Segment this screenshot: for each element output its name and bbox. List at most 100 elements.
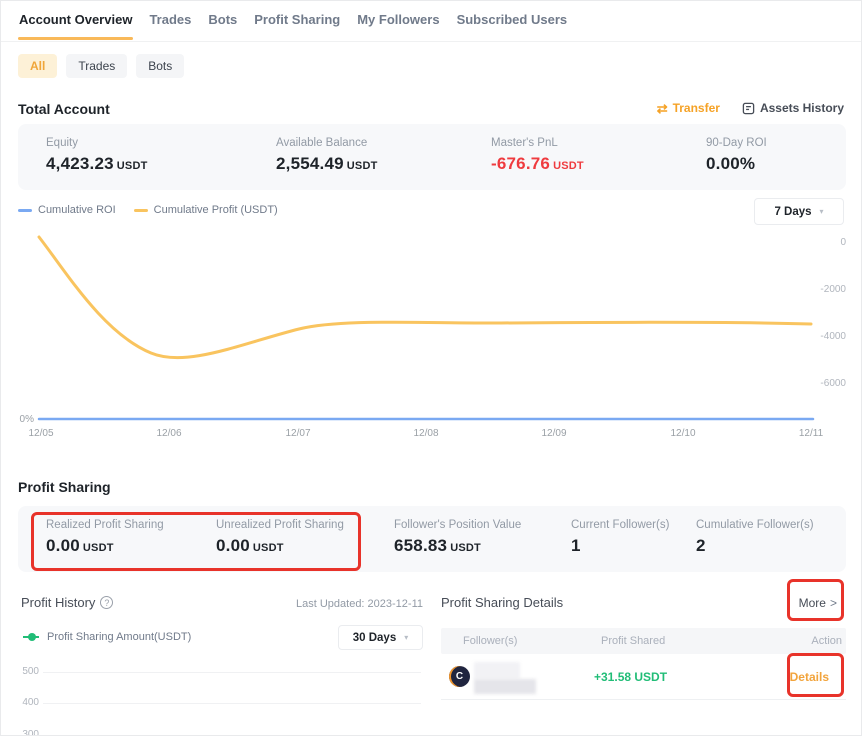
total-account-actions: ⇄ Transfer Assets History <box>657 101 844 115</box>
column-profit-shared: Profit Shared <box>601 635 781 647</box>
top-tab-bar: Account Overview Trades Bots Profit Shar… <box>1 1 861 42</box>
tab-my-followers[interactable]: My Followers <box>356 1 440 42</box>
x-axis-tick: 12/06 <box>156 428 181 439</box>
range-selector-30days[interactable]: 30 Days ▾ <box>338 625 423 650</box>
blur-block <box>474 679 536 694</box>
filter-bots[interactable]: Bots <box>136 54 184 78</box>
stat-unit: USDT <box>253 542 284 554</box>
assets-history-icon <box>742 102 755 115</box>
stat-value: -676.76 <box>491 154 550 173</box>
roi-legend-marker-icon <box>18 209 32 212</box>
stat-value: 0.00 <box>46 536 80 555</box>
follower-name-blurred <box>474 660 594 694</box>
filter-trades[interactable]: Trades <box>66 54 127 78</box>
stat-label: 90-Day ROI <box>706 137 767 149</box>
stat-90day-roi: 90-Day ROI 0.00% <box>706 137 767 174</box>
more-button[interactable]: More > <box>799 596 837 610</box>
follower-avatar: C <box>449 666 470 687</box>
stat-label: Current Follower(s) <box>571 519 669 531</box>
more-label: More <box>799 596 826 610</box>
total-account-chart: 0 -2000 -4000 -6000 0% 12/05 12/06 12/07… <box>1 229 862 441</box>
table-row-divider <box>441 699 846 700</box>
legend-cumulative-roi[interactable]: Cumulative ROI <box>18 204 116 216</box>
legend-cumulative-profit[interactable]: Cumulative Profit (USDT) <box>134 204 278 216</box>
x-axis-tick: 12/05 <box>28 428 53 439</box>
filter-all[interactable]: All <box>18 54 57 78</box>
range-selector-7days[interactable]: 7 Days ▾ <box>754 198 844 225</box>
filter-pills: All Trades Bots <box>18 54 184 78</box>
stat-value: 2 <box>696 536 706 555</box>
chevron-down-icon: ▾ <box>404 633 408 642</box>
main-chart-legend: Cumulative ROI Cumulative Profit (USDT) <box>18 204 278 216</box>
transfer-label: Transfer <box>673 101 720 115</box>
help-icon[interactable]: ? <box>100 596 113 609</box>
profit-history-title: Profit History? <box>21 595 113 610</box>
range-value: 30 Days <box>353 632 396 644</box>
details-button[interactable]: Details <box>754 670 846 684</box>
last-updated-label: Last Updated: 2023-12-11 <box>251 598 423 610</box>
followers-table-header: Follower(s) Profit Shared Action <box>441 628 846 654</box>
profit-shared-value: +31.58 USDT <box>594 670 754 684</box>
tab-trades[interactable]: Trades <box>148 1 192 42</box>
mini-chart-tick-500: 500 <box>19 666 39 677</box>
stat-available-balance: Available Balance 2,554.49USDT <box>276 137 378 174</box>
profit-history-title-text: Profit History <box>21 595 95 610</box>
mini-chart-tick-400: 400 <box>19 697 39 708</box>
stat-unrealized-profit-sharing: Unrealized Profit Sharing 0.00USDT <box>216 519 344 556</box>
stat-value: 2,554.49 <box>276 154 344 173</box>
chevron-right-icon: > <box>830 596 837 610</box>
stat-value: 4,423.23 <box>46 154 114 173</box>
stat-realized-profit-sharing: Realized Profit Sharing 0.00USDT <box>46 519 164 556</box>
stat-cumulative-followers: Cumulative Follower(s) 2 <box>696 519 814 556</box>
assets-history-label: Assets History <box>760 101 844 115</box>
y-axis-tick: 0 <box>840 237 846 248</box>
transfer-icon: ⇄ <box>657 102 668 115</box>
y-axis-zero-label: 0% <box>20 414 35 425</box>
account-overview-page: Account Overview Trades Bots Profit Shar… <box>0 0 862 736</box>
tab-subscribed-users[interactable]: Subscribed Users <box>456 1 569 42</box>
stat-follower-position-value: Follower's Position Value 658.83USDT <box>394 519 521 556</box>
y-axis-tick: -2000 <box>820 284 846 295</box>
stat-value: 1 <box>571 536 581 555</box>
stat-current-followers: Current Follower(s) 1 <box>571 519 669 556</box>
column-followers: Follower(s) <box>463 635 601 647</box>
stat-unit: USDT <box>450 542 481 554</box>
column-action: Action <box>781 635 846 647</box>
stat-unit: USDT <box>117 160 148 172</box>
x-axis-tick: 12/11 <box>799 428 824 439</box>
profit-history-legend[interactable]: Profit Sharing Amount(USDT) <box>23 631 191 643</box>
stat-equity: Equity 4,423.23USDT <box>46 137 148 174</box>
legend-label: Profit Sharing Amount(USDT) <box>47 631 191 643</box>
range-value: 7 Days <box>774 206 811 218</box>
stat-label: Unrealized Profit Sharing <box>216 519 344 531</box>
stat-value: 0.00 <box>216 536 250 555</box>
stat-label: Cumulative Follower(s) <box>696 519 814 531</box>
x-axis-tick: 12/10 <box>670 428 695 439</box>
profit-legend-marker-icon <box>134 209 148 212</box>
stat-label: Master's PnL <box>491 137 584 149</box>
chevron-down-icon: ▾ <box>820 207 824 216</box>
stat-value: 0.00% <box>706 154 755 173</box>
tab-account-overview[interactable]: Account Overview <box>18 1 133 42</box>
stat-label: Available Balance <box>276 137 378 149</box>
stat-masters-pnl: Master's PnL -676.76USDT <box>491 137 584 174</box>
transfer-button[interactable]: ⇄ Transfer <box>657 101 720 115</box>
follower-table-row: C +31.58 USDT Details <box>441 654 846 699</box>
x-axis-tick: 12/09 <box>541 428 566 439</box>
legend-label: Cumulative Profit (USDT) <box>154 204 278 216</box>
cumulative-profit-line <box>39 237 811 358</box>
stat-label: Realized Profit Sharing <box>46 519 164 531</box>
tab-bots[interactable]: Bots <box>207 1 238 42</box>
tab-profit-sharing[interactable]: Profit Sharing <box>253 1 341 42</box>
x-axis-tick: 12/08 <box>413 428 438 439</box>
profit-amount-legend-marker-icon <box>23 636 39 638</box>
stat-unit: USDT <box>347 160 378 172</box>
y-axis-tick: -6000 <box>820 378 846 389</box>
assets-history-button[interactable]: Assets History <box>742 101 844 115</box>
stat-label: Equity <box>46 137 148 149</box>
legend-label: Cumulative ROI <box>38 204 116 216</box>
stat-unit: USDT <box>83 542 114 554</box>
profit-sharing-details-title: Profit Sharing Details <box>441 595 563 610</box>
mini-chart-gridline <box>43 672 421 673</box>
mini-chart-tick-300: 300 <box>19 729 39 736</box>
